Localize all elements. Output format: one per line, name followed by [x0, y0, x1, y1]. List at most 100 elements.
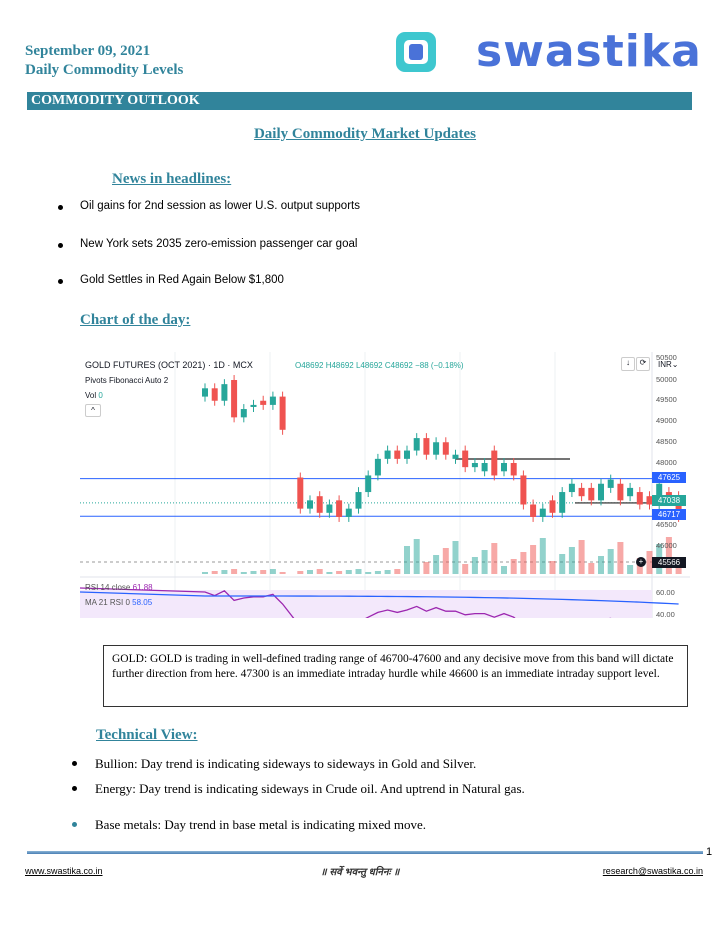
volume-bar [607, 549, 614, 574]
volume-bar [240, 572, 247, 574]
candle [627, 487, 634, 497]
volume-bar [394, 569, 401, 574]
volume-bar [510, 559, 517, 574]
candle [345, 508, 352, 517]
swastika-logo-icon [396, 32, 436, 72]
volume-bar [568, 547, 575, 574]
volume-bar [269, 569, 276, 574]
candle [559, 492, 566, 513]
last-price-label: 47038 [652, 495, 686, 506]
report-date: September 09, 2021 [25, 43, 151, 59]
volume-bar [374, 571, 381, 574]
volume-bar [336, 571, 343, 574]
swastika-logo-text: swastika [476, 26, 702, 77]
email-link[interactable]: research@swastika.co.in [603, 866, 703, 876]
vol-label: Vol 0 [85, 391, 103, 400]
page-number: 1 [706, 846, 713, 858]
gold-futures-chart: GOLD FUTURES (OCT 2021) · 1D · MCX O4869… [80, 352, 690, 618]
candle [384, 450, 391, 459]
candle [394, 450, 401, 459]
candle [374, 458, 381, 476]
volume-bar [501, 566, 507, 574]
volume-bar [413, 539, 420, 574]
volume-bar [578, 540, 585, 574]
candle [240, 409, 247, 418]
candle [510, 463, 517, 476]
candle [471, 463, 478, 468]
news-heading: News in headlines: [112, 171, 232, 187]
price-tick: 49000 [656, 416, 677, 425]
add-plus-icon[interactable]: + [636, 557, 646, 567]
rsi-tick: 40.00 [656, 610, 675, 618]
candle [307, 500, 313, 509]
volume-bar [491, 543, 498, 574]
download-icon[interactable]: ↓ [621, 357, 635, 371]
crosshair-price-label: 45566 [652, 557, 686, 568]
volume-bar [307, 570, 313, 574]
volume-bar [539, 538, 546, 574]
volume-bar [559, 554, 566, 574]
volume-bar [211, 571, 218, 574]
volume-bar [520, 552, 527, 574]
volume-bar [355, 569, 362, 574]
volume-bar [481, 550, 488, 574]
price-tick: 50000 [656, 375, 677, 384]
candle [442, 442, 449, 455]
volume-bar [598, 556, 604, 574]
candle [326, 504, 333, 513]
volume-bar [384, 570, 391, 574]
ma-label: MA 21 RSI 0 58.05 [85, 598, 153, 607]
candle [539, 508, 546, 517]
price-tick: 46000 [656, 541, 677, 550]
refresh-icon[interactable]: ⟳ [636, 357, 650, 371]
report-subtitle: Daily Commodity Levels [25, 62, 184, 78]
candle [598, 483, 604, 501]
candle [578, 487, 585, 497]
candle [297, 477, 304, 509]
rsi-label: RSI 14 close 61.88 [85, 583, 153, 592]
volume-bar [462, 564, 469, 574]
volume-bar [202, 572, 208, 574]
candle [404, 450, 410, 459]
technical-heading: Technical View: [96, 727, 198, 743]
candle [433, 442, 440, 455]
price-tick: 49500 [656, 395, 677, 404]
candle [413, 438, 420, 451]
volume-bar [250, 571, 257, 574]
volume-bar [423, 562, 430, 574]
lower-level-label: 46717 [652, 509, 686, 520]
price-tick: 46500 [656, 520, 677, 529]
candle [491, 450, 498, 476]
footer-divider [27, 851, 703, 854]
rsi-tick: 60.00 [656, 588, 675, 597]
volume-bar [326, 572, 333, 574]
chart-heading: Chart of the day: [80, 312, 191, 328]
volume-bar [365, 572, 372, 574]
candle [316, 496, 323, 513]
chart-symbol: GOLD FUTURES (OCT 2021) · 1D · MCX [85, 360, 253, 370]
candle [231, 380, 238, 418]
document-page: September 09, 2021 Daily Commodity Level… [0, 0, 720, 931]
volume-bar [279, 572, 286, 574]
chart-ohlc: O48692 H48692 L48692 C48692 −88 (−0.18%) [295, 361, 464, 370]
volume-bar [433, 555, 440, 574]
volume-bar [452, 541, 459, 574]
candle [549, 500, 556, 513]
candle [250, 404, 257, 407]
candle [617, 483, 624, 501]
candle [588, 487, 595, 501]
candle [530, 504, 537, 517]
volume-bar [404, 546, 410, 574]
candle [202, 388, 208, 397]
price-tick: 48000 [656, 458, 677, 467]
candle [481, 463, 488, 472]
candle [211, 388, 218, 401]
volume-bar [530, 545, 537, 574]
volume-bar [549, 561, 556, 574]
collapse-chevron-icon[interactable]: ^ [85, 404, 101, 417]
upper-level-label: 47625 [652, 472, 686, 483]
candle [336, 500, 343, 517]
candle [221, 384, 228, 401]
volume-bar [260, 570, 267, 574]
candle [269, 396, 276, 405]
